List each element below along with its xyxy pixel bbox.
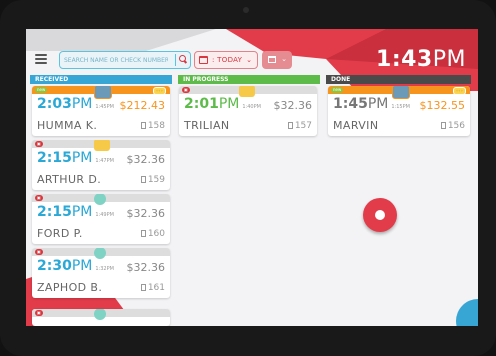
- order-price: $212.43: [119, 99, 166, 112]
- check-number: 160: [140, 229, 165, 239]
- pickup-time: 2:03PM 1:45PM: [37, 96, 114, 112]
- order-card[interactable]: new ◦◦◦ 2:03PM 1:45PM $212.43 HUMMA K. 15…: [32, 86, 170, 136]
- check-number: 157: [287, 121, 312, 131]
- order-card[interactable]: new ◦◦◦ 1:45PM 1:15PM $132.55 MARVIN 156: [328, 86, 470, 136]
- chevron-down-icon: ⌄: [246, 56, 252, 64]
- calendar-icon: [268, 56, 276, 63]
- customer-name: FORD P.: [37, 227, 83, 240]
- receipt-icon: [440, 122, 446, 129]
- order-price: $132.55: [419, 99, 466, 112]
- badge-type: ▣: [35, 310, 43, 316]
- order-price: $32.36: [126, 153, 166, 166]
- customer-name: HUMMA K.: [37, 119, 98, 132]
- vehicle-icon: [94, 309, 106, 320]
- date-filter-dropdown[interactable]: : TODAY ⌄: [194, 51, 258, 69]
- order-card-partial[interactable]: ▣: [32, 309, 170, 326]
- badge-type: ▣: [35, 249, 43, 255]
- pickup-time: 2:15PM 1:47PM: [37, 150, 114, 166]
- check-number: 156: [440, 121, 465, 131]
- customer-name: TRILIAN: [184, 119, 230, 132]
- receipt-icon: [140, 122, 146, 129]
- search-box[interactable]: [59, 51, 191, 69]
- customer-name: ZAPHOD B.: [37, 281, 103, 294]
- check-number: 158: [140, 121, 165, 131]
- order-card[interactable]: ▣ 2:01PM 1:40PM $32.36 TRILIAN 157: [179, 86, 317, 136]
- order-card[interactable]: ▣ 2:30PM 1:32PM $32.36 ZAPHOD B. 161: [32, 248, 170, 298]
- tablet-bezel: : TODAY ⌄ ⌄ 1:43PM RECEIVED IN PROGRESS …: [0, 0, 496, 356]
- record-dot-icon: [375, 210, 385, 220]
- column-header-done: DONE: [326, 75, 471, 84]
- receipt-icon: [140, 176, 146, 183]
- receipt-icon: [287, 122, 293, 129]
- order-card[interactable]: ▣ 2:15PM 1:47PM $32.36 ARTHUR D. 159: [32, 140, 170, 190]
- order-price: $32.36: [126, 261, 166, 274]
- order-price: $32.36: [273, 99, 313, 112]
- action-button[interactable]: [363, 198, 397, 232]
- customer-name: ARTHUR D.: [37, 173, 102, 186]
- search-icon[interactable]: [175, 54, 188, 66]
- customer-name: MARVIN: [333, 119, 379, 132]
- pickup-time: 2:15PM 1:49PM: [37, 204, 114, 220]
- badge-count: ◦◦◦: [452, 87, 466, 95]
- top-bar: : TODAY ⌄ ⌄ 1:43PM: [26, 45, 478, 75]
- badge-count: ◦◦◦: [152, 87, 166, 95]
- chevron-down-icon: ⌄: [281, 55, 287, 63]
- badge-new: new: [35, 87, 48, 93]
- check-number: 159: [140, 175, 165, 185]
- date-picker-button[interactable]: ⌄: [262, 51, 292, 69]
- column-header-received: RECEIVED: [30, 75, 172, 84]
- date-filter-label: : TODAY: [212, 56, 243, 64]
- pickup-time: 1:45PM 1:15PM: [333, 96, 410, 112]
- menu-icon[interactable]: [35, 54, 47, 64]
- column-header-in-progress: IN PROGRESS: [178, 75, 320, 84]
- receipt-icon: [140, 284, 146, 291]
- receipt-icon: [140, 230, 146, 237]
- order-card[interactable]: ▣ 2:15PM 1:49PM $32.36 FORD P. 160: [32, 194, 170, 244]
- screen: : TODAY ⌄ ⌄ 1:43PM RECEIVED IN PROGRESS …: [26, 29, 478, 326]
- pickup-time: 2:30PM 1:32PM: [37, 258, 114, 274]
- badge-type: ▣: [35, 195, 43, 201]
- calendar-icon: [199, 56, 208, 64]
- search-input[interactable]: [64, 54, 168, 66]
- check-number: 161: [140, 283, 165, 293]
- current-time: 1:43PM: [376, 47, 466, 72]
- order-price: $32.36: [126, 207, 166, 220]
- badge-type: ▣: [182, 87, 190, 93]
- badge-new: new: [331, 87, 344, 93]
- camera-icon: [243, 7, 249, 13]
- badge-type: ▣: [35, 141, 43, 147]
- pickup-time: 2:01PM 1:40PM: [184, 96, 261, 112]
